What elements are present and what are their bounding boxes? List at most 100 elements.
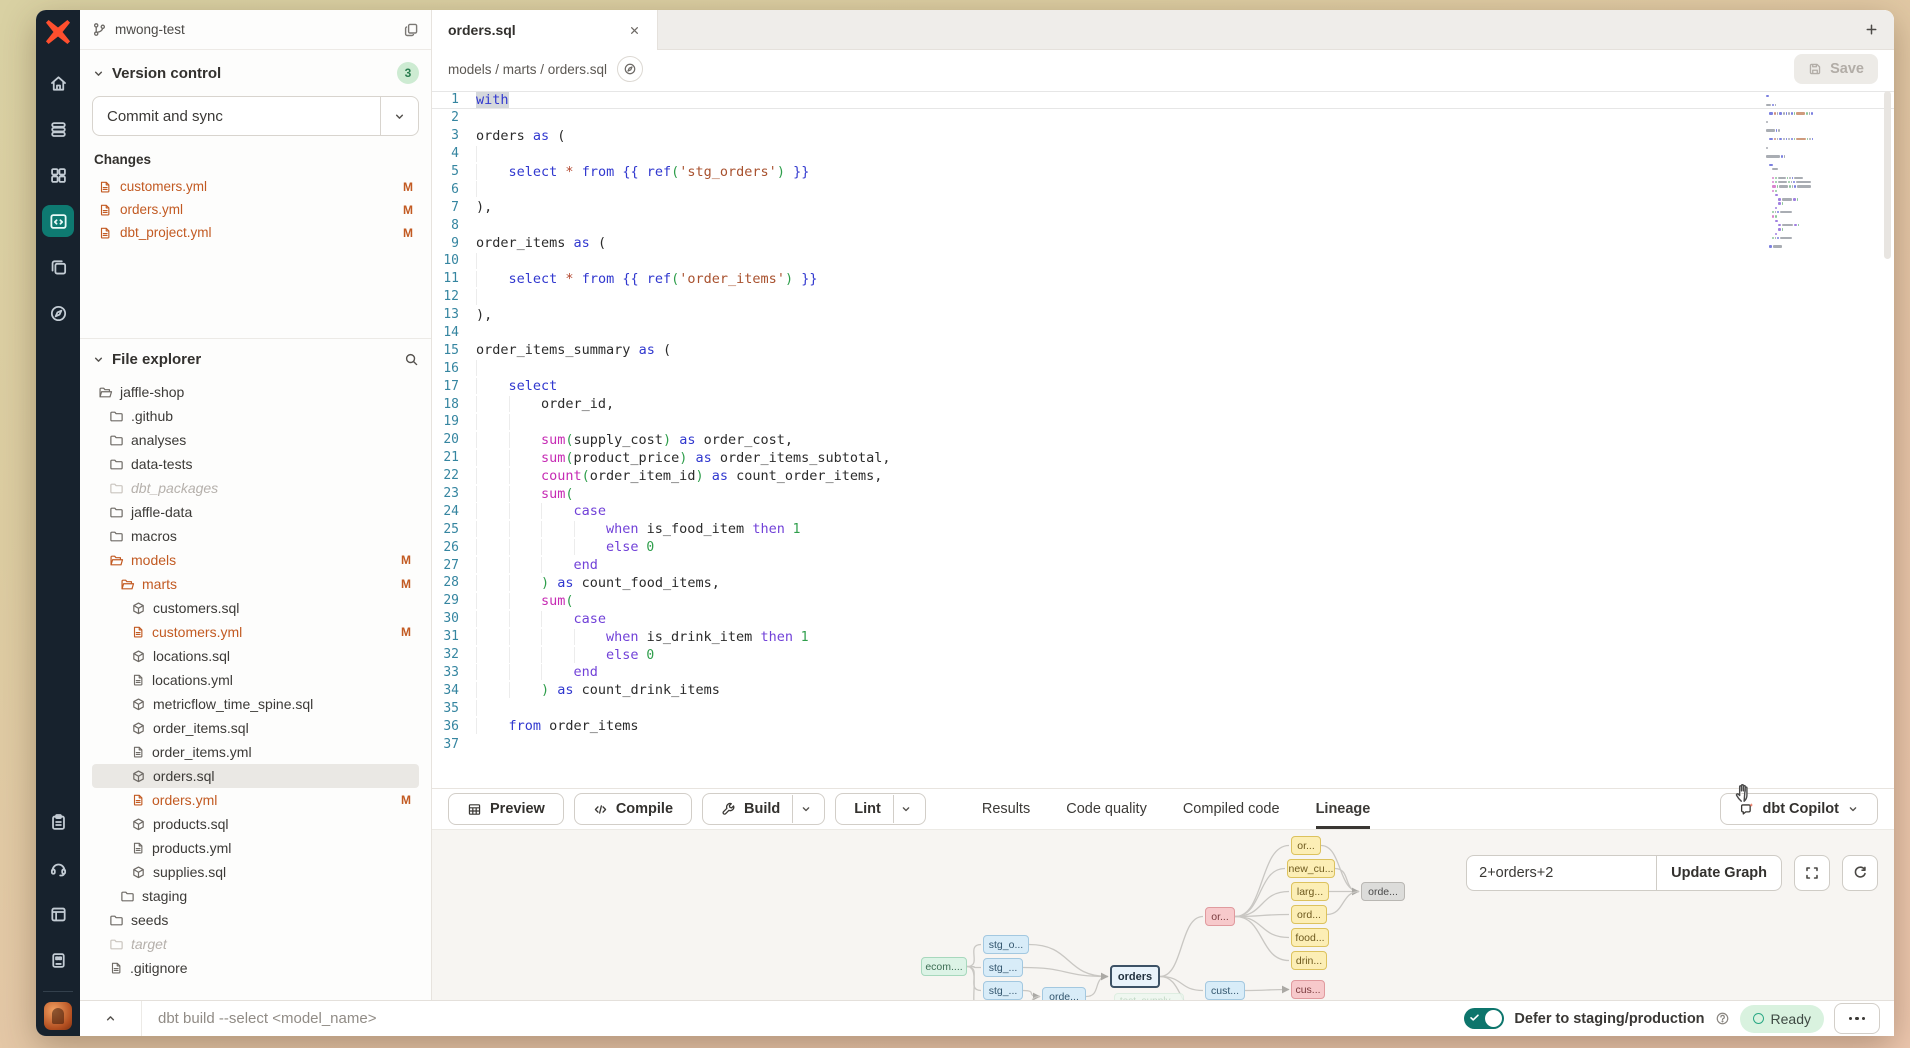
code-line-1[interactable]: 1with [432, 91, 1894, 109]
code-line-31[interactable]: 31 when is_drink_item then 1 [432, 628, 1894, 646]
dbt-copilot-button[interactable]: dbt Copilot [1720, 793, 1878, 825]
code-line-25[interactable]: 25 when is_food_item then 1 [432, 520, 1894, 538]
tab-results[interactable]: Results [982, 789, 1030, 829]
grid-apps-icon[interactable] [42, 159, 74, 191]
file-tree-item-analyses[interactable]: analyses [92, 428, 419, 452]
code-line-36[interactable]: 36 from order_items [432, 717, 1894, 735]
file-tree-item-products-yml[interactable]: products.yml [92, 836, 419, 860]
lineage-node-y4[interactable]: ord... [1291, 905, 1327, 924]
changed-file-row[interactable]: customers.ymlM [92, 175, 419, 198]
file-tree-item-locations-sql[interactable]: locations.sql [92, 644, 419, 668]
code-line-10[interactable]: 10 [432, 252, 1894, 270]
commit-and-sync-button[interactable]: Commit and sync [92, 96, 419, 136]
deploy-stack-icon[interactable] [42, 113, 74, 145]
file-tree-item-dbt-packages[interactable]: dbt_packages [92, 476, 419, 500]
file-tree-item-orders-yml[interactable]: orders.ymlM [92, 788, 419, 812]
file-tree-item-macros[interactable]: macros [92, 524, 419, 548]
tab-compiled-code[interactable]: Compiled code [1183, 789, 1280, 829]
code-line-4[interactable]: 4 [432, 145, 1894, 163]
tab-orders-sql[interactable]: orders.sql [432, 10, 658, 50]
file-tree-item-marts[interactable]: martsM [92, 572, 419, 596]
code-line-9[interactable]: 9order_items as ( [432, 234, 1894, 252]
lineage-node-stg2[interactable]: stg_... [983, 958, 1023, 977]
code-line-12[interactable]: 12 [432, 288, 1894, 306]
lineage-node-y2[interactable]: new_cu... [1287, 859, 1335, 878]
lineage-node-ecom[interactable]: ecom.... [921, 957, 967, 976]
code-line-22[interactable]: 22 count(order_item_id) as count_order_i… [432, 467, 1894, 485]
defer-toggle[interactable] [1464, 1008, 1504, 1029]
file-tree-item-target[interactable]: target [92, 932, 419, 956]
code-line-28[interactable]: 28 ) as count_food_items, [432, 574, 1894, 592]
code-line-13[interactable]: 13), [432, 306, 1894, 324]
code-line-17[interactable]: 17 select [432, 377, 1894, 395]
commit-options-chevron[interactable] [380, 97, 418, 135]
develop-editor-icon[interactable] [42, 205, 74, 237]
file-tree-item-metricflow-time-spine-sql[interactable]: metricflow_time_spine.sql [92, 692, 419, 716]
editor-scrollbar[interactable] [1884, 91, 1891, 259]
file-tree-item-supplies-sql[interactable]: supplies.sql [92, 860, 419, 884]
code-line-21[interactable]: 21 sum(product_price) as order_items_sub… [432, 449, 1894, 467]
dbt-logo-icon[interactable] [44, 18, 72, 46]
code-line-27[interactable]: 27 end [432, 556, 1894, 574]
code-line-24[interactable]: 24 case [432, 502, 1894, 520]
code-line-15[interactable]: 15order_items_summary as ( [432, 341, 1894, 359]
code-line-29[interactable]: 29 sum( [432, 592, 1894, 610]
support-headset-icon[interactable] [42, 852, 74, 884]
lineage-node-orpink[interactable]: or... [1205, 907, 1235, 926]
code-editor[interactable]: 1with23orders as (4 5 select * from {{ r… [432, 88, 1894, 788]
lineage-node-y5[interactable]: food... [1291, 928, 1329, 947]
file-tree-item-order-items-sql[interactable]: order_items.sql [92, 716, 419, 740]
code-line-26[interactable]: 26 else 0 [432, 538, 1894, 556]
preview-button[interactable]: Preview [448, 793, 564, 825]
code-line-20[interactable]: 20 sum(supply_cost) as order_cost, [432, 431, 1894, 449]
lint-button[interactable]: Lint [835, 793, 926, 825]
code-line-2[interactable]: 2 [432, 109, 1894, 127]
code-line-16[interactable]: 16 [432, 359, 1894, 377]
changed-file-row[interactable]: dbt_project.ymlM [92, 221, 419, 244]
code-line-14[interactable]: 14 [432, 324, 1894, 342]
code-line-6[interactable]: 6 [432, 180, 1894, 198]
code-line-30[interactable]: 30 case [432, 610, 1894, 628]
code-line-23[interactable]: 23 sum( [432, 485, 1894, 503]
file-tree-item-customers-yml[interactable]: customers.ymlM [92, 620, 419, 644]
tab-code-quality[interactable]: Code quality [1066, 789, 1147, 829]
compile-button[interactable]: Compile [574, 793, 692, 825]
file-explorer-header[interactable]: File explorer [92, 351, 419, 368]
file-tree-item-staging[interactable]: staging [92, 884, 419, 908]
code-line-35[interactable]: 35 [432, 699, 1894, 717]
code-line-7[interactable]: 7), [432, 198, 1894, 216]
tasks-clipboard-icon[interactable] [42, 806, 74, 838]
lint-dropdown-chevron[interactable] [893, 795, 919, 823]
refresh-icon[interactable] [1842, 855, 1878, 891]
build-dropdown-chevron[interactable] [792, 795, 818, 823]
explore-compass-icon[interactable] [42, 297, 74, 329]
editor-minimap[interactable] [1766, 94, 1830, 253]
file-tree-item-seeds[interactable]: seeds [92, 908, 419, 932]
code-line-32[interactable]: 32 else 0 [432, 646, 1894, 664]
lineage-node-y6[interactable]: drin... [1291, 951, 1327, 970]
lineage-node-cust[interactable]: cust... [1205, 981, 1245, 1000]
file-tree-item-locations-yml[interactable]: locations.yml [92, 668, 419, 692]
lineage-node-gray[interactable]: orde... [1361, 882, 1405, 901]
fullscreen-icon[interactable] [1794, 855, 1830, 891]
code-line-34[interactable]: 34 ) as count_drink_items [432, 681, 1894, 699]
changed-file-row[interactable]: orders.ymlM [92, 198, 419, 221]
code-line-11[interactable]: 11 select * from {{ ref('order_items') }… [432, 270, 1894, 288]
view-lineage-compass-icon[interactable] [617, 56, 643, 82]
more-options-button[interactable] [1834, 1003, 1880, 1034]
file-tree-item-order-items-yml[interactable]: order_items.yml [92, 740, 419, 764]
lineage-node-y1[interactable]: or... [1291, 836, 1321, 855]
file-tree-item-jaffle-shop[interactable]: jaffle-shop [92, 380, 419, 404]
search-icon[interactable] [404, 352, 419, 367]
ide-panel-icon[interactable] [42, 944, 74, 976]
file-tree-item-models[interactable]: modelsM [92, 548, 419, 572]
tab-lineage[interactable]: Lineage [1316, 789, 1371, 829]
status-badge[interactable]: Ready [1740, 1005, 1824, 1033]
orchestration-windows-icon[interactable] [42, 251, 74, 283]
code-line-19[interactable]: 19 [432, 413, 1894, 431]
command-input[interactable]: dbt build --select <model_name> [142, 1010, 376, 1027]
code-line-5[interactable]: 5 select * from {{ ref('stg_orders') }} [432, 163, 1894, 181]
version-control-header[interactable]: Version control 3 [92, 62, 419, 84]
update-graph-button[interactable]: Update Graph [1656, 855, 1782, 891]
new-tab-plus-icon[interactable] [1848, 10, 1894, 49]
